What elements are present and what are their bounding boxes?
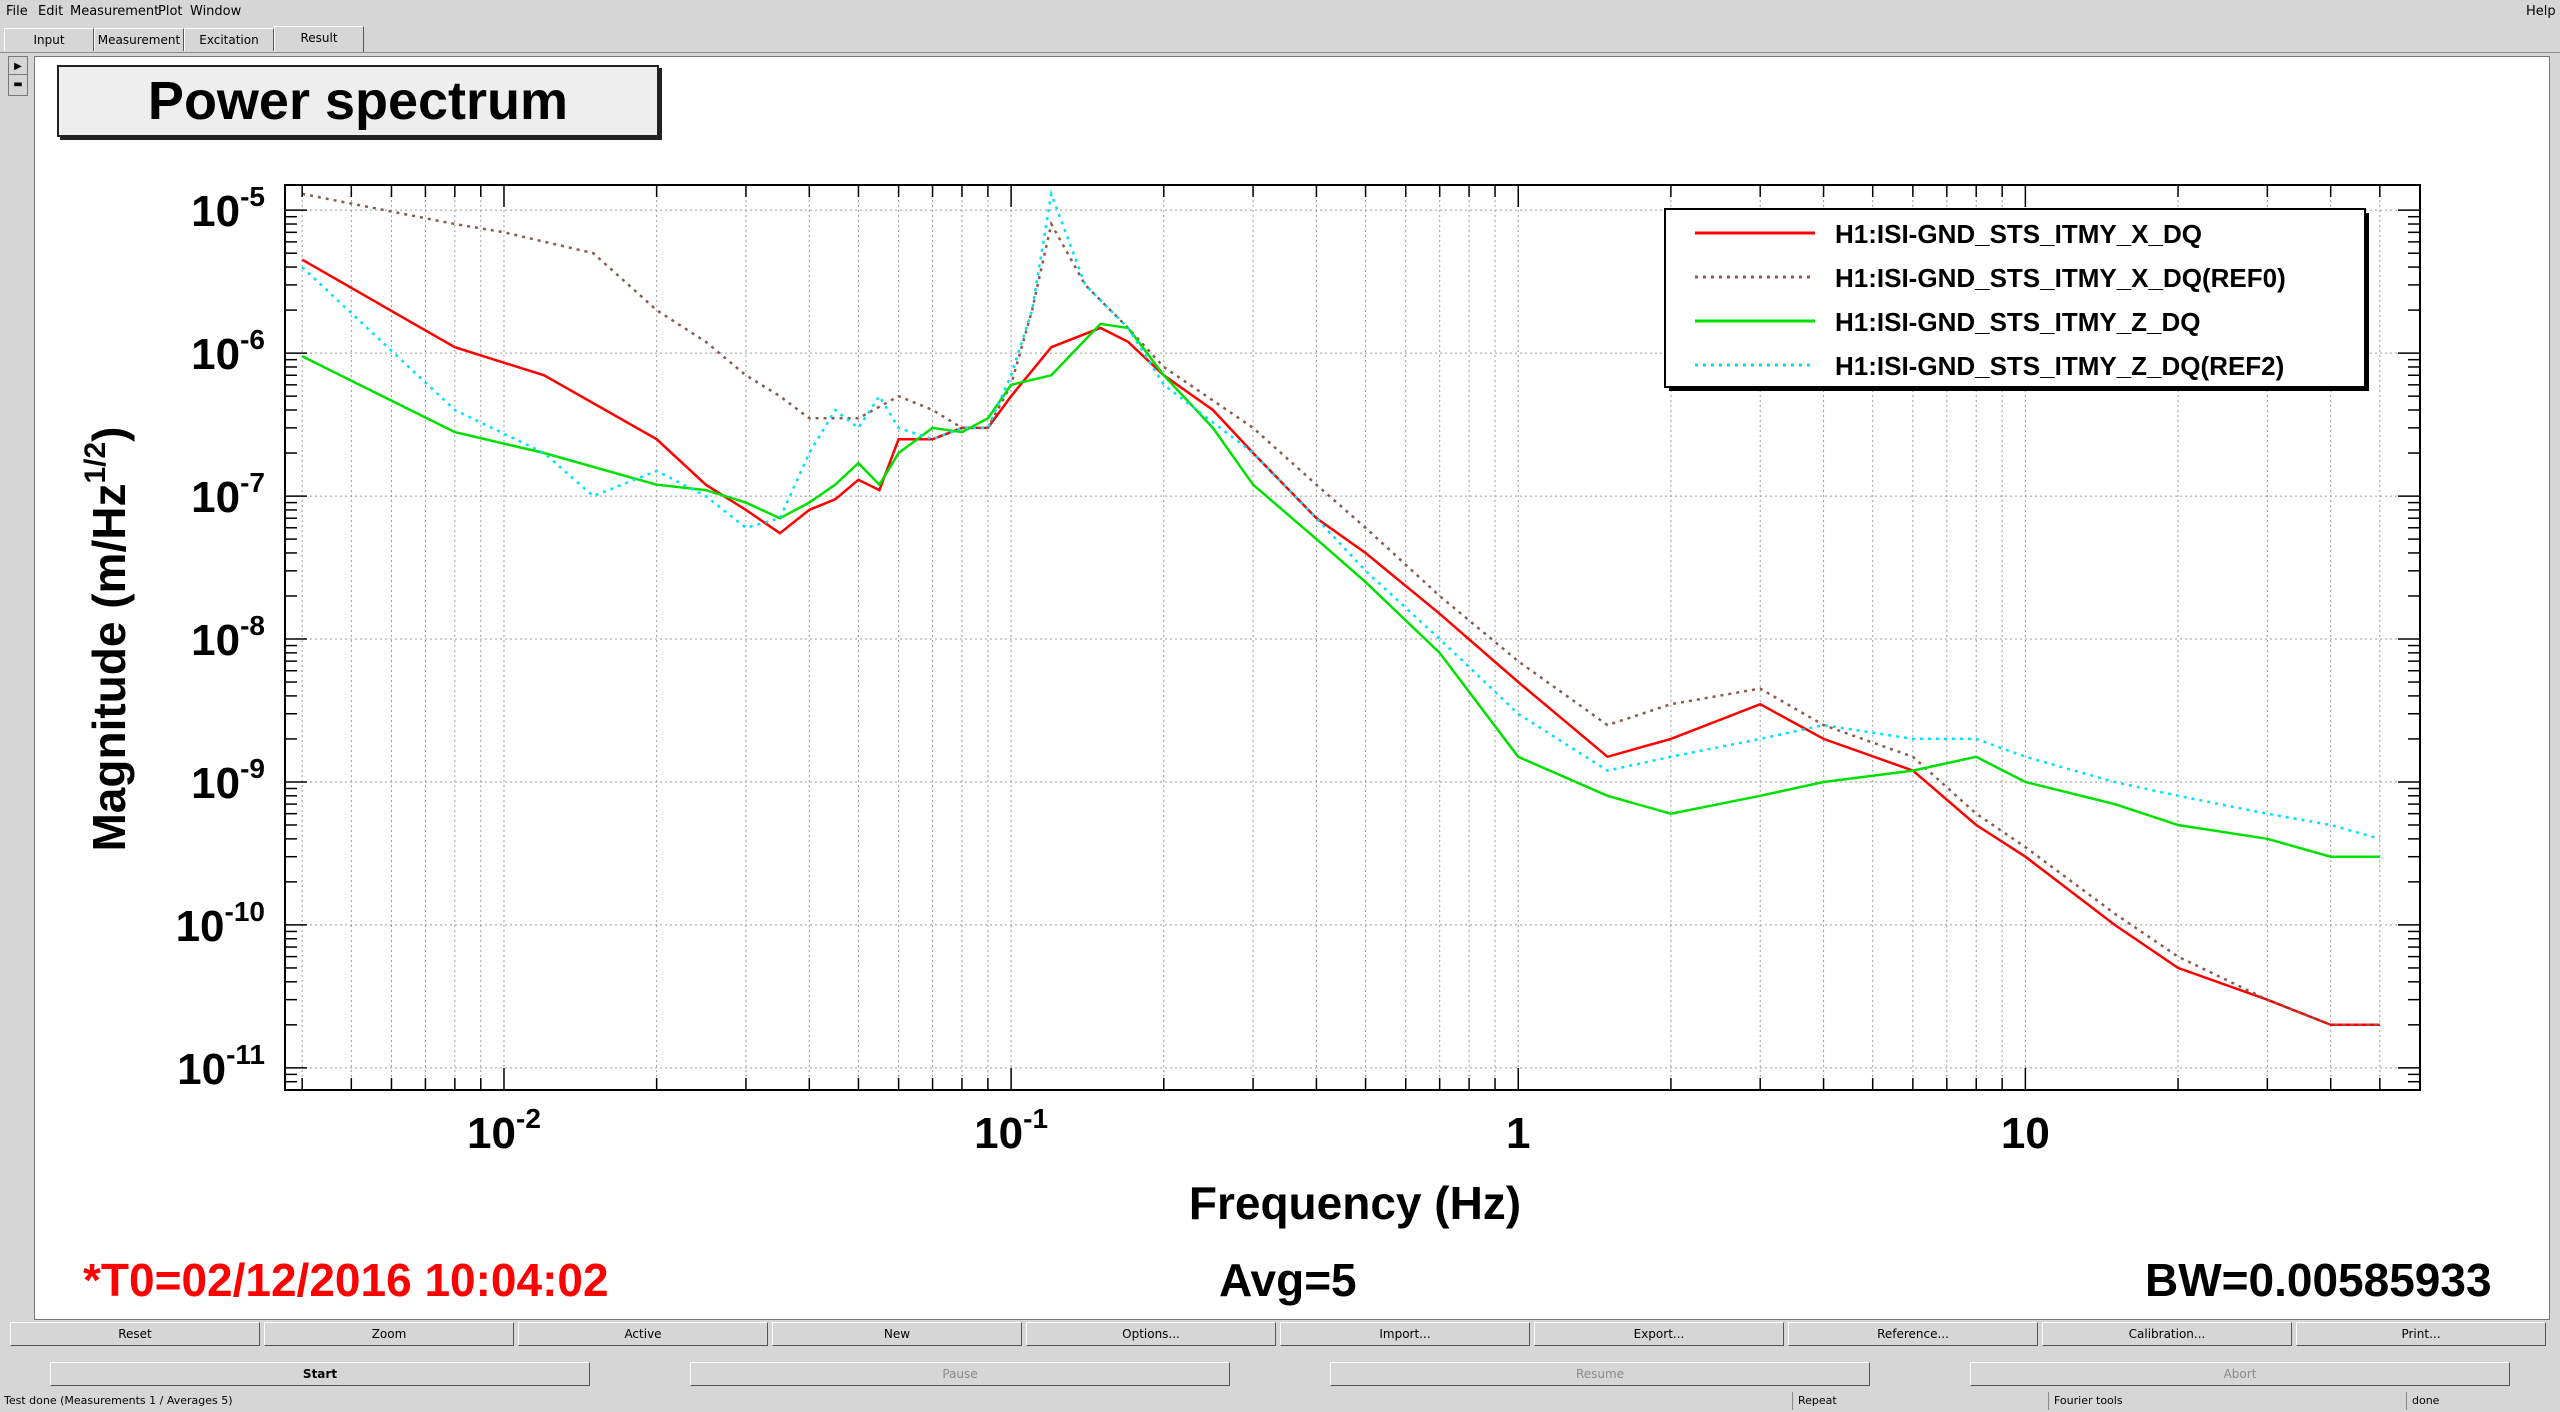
calibration-button[interactable]: Calibration... xyxy=(2042,1322,2292,1346)
x-tick-label: 10-1 xyxy=(974,1103,1048,1158)
series-line-2 xyxy=(301,322,2380,858)
toolbar-row-2: Start Pause Resume Abort xyxy=(0,1362,2560,1386)
tab-excitation[interactable]: Excitation xyxy=(184,28,274,51)
status-fourier: Fourier tools xyxy=(2054,1394,2123,1407)
options-button[interactable]: Options... xyxy=(1026,1322,1276,1346)
zoom-button[interactable]: Zoom xyxy=(264,1322,514,1346)
legend-entry: H1:ISI-GND_STS_ITMY_X_DQ xyxy=(1835,219,2202,249)
y-tick-label: 10-5 xyxy=(191,181,265,236)
y-tick-label: 10-11 xyxy=(177,1039,265,1094)
menu-help[interactable]: Help xyxy=(2526,4,2556,19)
menu-edit[interactable]: Edit xyxy=(38,4,63,19)
resume-button[interactable]: Resume xyxy=(1330,1362,1870,1386)
legend-entry: H1:ISI-GND_STS_ITMY_X_DQ(REF0) xyxy=(1835,263,2286,293)
menu-measurement[interactable]: Measurement xyxy=(70,4,159,19)
y-tick-label: 10-10 xyxy=(176,896,265,951)
legend: H1:ISI-GND_STS_ITMY_X_DQ H1:ISI-GND_STS_I… xyxy=(1664,208,2369,391)
y-tick-label: 10-9 xyxy=(191,753,265,808)
reference-button[interactable]: Reference... xyxy=(1788,1322,2038,1346)
pause-button[interactable]: Pause xyxy=(690,1362,1230,1386)
print-button[interactable]: Print... xyxy=(2296,1322,2546,1346)
tab-result[interactable]: Result xyxy=(274,26,364,52)
start-button[interactable]: Start xyxy=(50,1362,590,1386)
status-bar: Test done (Measurements 1 / Averages 5) … xyxy=(0,1390,2560,1412)
t0-label: *T0=02/12/2016 10:04:02 xyxy=(83,1254,609,1306)
abort-button[interactable]: Abort xyxy=(1970,1362,2510,1386)
tab-bar: Input Measurement Excitation Result xyxy=(0,26,2560,53)
spectrum-chart[interactable]: 10-510-610-710-810-910-1010-1110-2 10-1 1 1… xyxy=(35,57,2549,1319)
menu-window[interactable]: Window xyxy=(190,4,241,19)
x-tick-label: 10-2 xyxy=(467,1103,541,1158)
plot-canvas[interactable]: Power spectrum 10-5 10-6 10-7 10-8 10-9 10-10… xyxy=(34,56,2550,1320)
x-tick-label: 1 xyxy=(1506,1109,1530,1158)
tab-input[interactable]: Input xyxy=(4,28,94,51)
export-button[interactable]: Export... xyxy=(1534,1322,1784,1346)
collapse-icon[interactable]: ▬ xyxy=(8,74,28,96)
x-axis-label: Frequency (Hz) xyxy=(1189,1177,1521,1229)
active-button[interactable]: Active xyxy=(518,1322,768,1346)
status-message: Test done (Measurements 1 / Averages 5) xyxy=(4,1394,233,1407)
y-tick-label: 10-6 xyxy=(191,324,265,379)
new-button[interactable]: New xyxy=(772,1322,1022,1346)
menu-file[interactable]: File xyxy=(6,4,28,19)
legend-entry: H1:ISI-GND_STS_ITMY_Z_DQ xyxy=(1835,307,2201,337)
status-repeat: Repeat xyxy=(1798,1394,1837,1407)
menu-plot[interactable]: Plot xyxy=(158,4,183,19)
legend-entry: H1:ISI-GND_STS_ITMY_Z_DQ(REF2) xyxy=(1835,351,2284,381)
toolbar-row-1: Reset Zoom Active New Options... Import.… xyxy=(0,1322,2560,1346)
y-tick-label: 10-8 xyxy=(191,610,265,665)
y-axis-label: Magnitude (m/Hz1/2) xyxy=(79,426,135,851)
status-done: done xyxy=(2412,1394,2440,1407)
tab-measurement[interactable]: Measurement xyxy=(94,28,184,51)
bw-label: BW=0.00585933 xyxy=(2145,1254,2492,1306)
menu-bar: File Edit Measurement Plot Window Help xyxy=(0,0,2560,24)
y-tick-label: 10-7 xyxy=(191,467,265,522)
import-button[interactable]: Import... xyxy=(1280,1322,1530,1346)
reset-button[interactable]: Reset xyxy=(10,1322,260,1346)
x-tick-label: 10 xyxy=(2001,1109,2050,1158)
avg-label: Avg=5 xyxy=(1219,1254,1357,1306)
